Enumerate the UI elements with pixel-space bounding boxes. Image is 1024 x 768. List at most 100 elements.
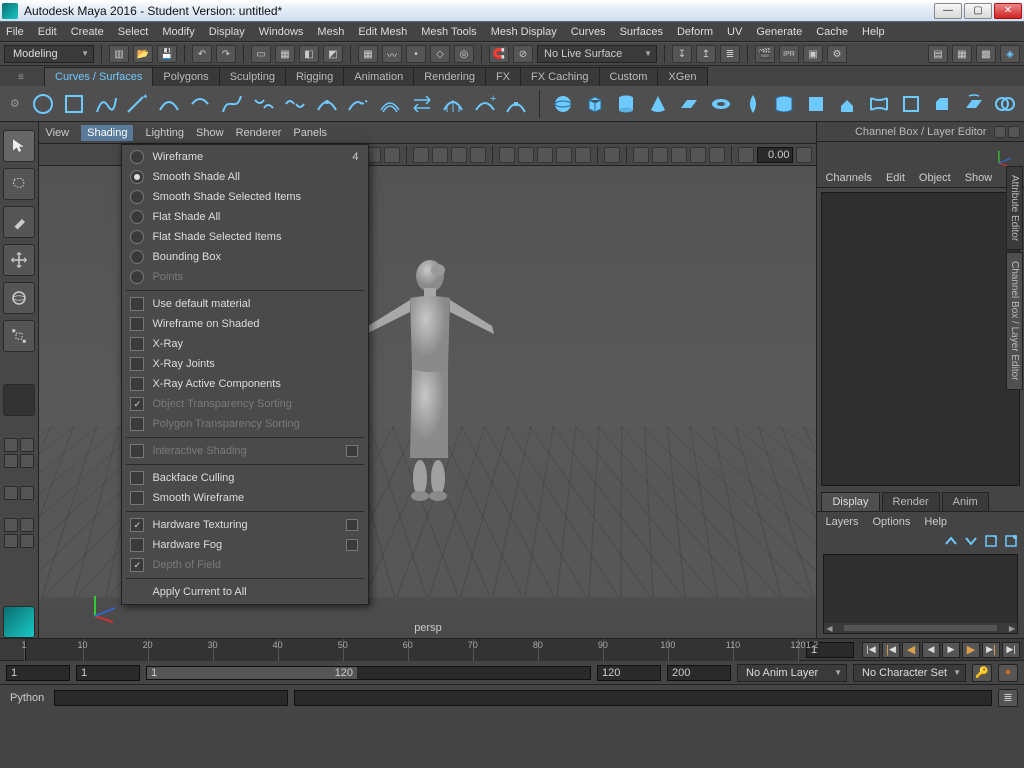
panel-menu-lighting[interactable]: Lighting bbox=[145, 127, 184, 139]
shading-default-material[interactable]: Use default material bbox=[122, 294, 368, 314]
shading-apply-all[interactable]: Apply Current to All bbox=[122, 582, 368, 602]
layers-menu[interactable]: Layers bbox=[825, 516, 858, 528]
shelf-tab-xgen[interactable]: XGen bbox=[657, 67, 707, 86]
multisample-icon[interactable] bbox=[709, 147, 725, 163]
range-start-outer[interactable]: 1 bbox=[6, 665, 70, 681]
shading-flat-shade-selected[interactable]: Flat Shade Selected Items bbox=[122, 227, 368, 247]
detach-curves-icon[interactable] bbox=[282, 91, 308, 117]
planar-icon[interactable] bbox=[803, 91, 829, 117]
toggle-shelf-icon[interactable]: ◈ bbox=[1000, 45, 1020, 63]
menu-mesh-display[interactable]: Mesh Display bbox=[491, 26, 557, 38]
shadows-icon[interactable] bbox=[575, 147, 591, 163]
step-forward-key-button[interactable]: ▶| bbox=[982, 642, 1000, 658]
add-points-icon[interactable]: + bbox=[472, 91, 498, 117]
render-settings-icon[interactable]: ⚙ bbox=[827, 45, 847, 63]
shading-smooth-shade-selected[interactable]: Smooth Shade Selected Items bbox=[122, 187, 368, 207]
dope-sheet-icon[interactable] bbox=[20, 518, 34, 532]
range-slider[interactable]: 1 120 bbox=[146, 666, 591, 680]
two-point-arc-icon[interactable] bbox=[188, 91, 214, 117]
prefs-button[interactable]: ✶ bbox=[998, 664, 1018, 682]
panel-layout-3-icon[interactable]: ▩ bbox=[976, 45, 996, 63]
menu-cache[interactable]: Cache bbox=[816, 26, 848, 38]
snap-point-icon[interactable]: • bbox=[406, 45, 426, 63]
maximize-button[interactable]: ▢ bbox=[964, 3, 992, 19]
shelf-tab-fx-caching[interactable]: FX Caching bbox=[520, 67, 599, 86]
go-to-start-button[interactable]: |◀ bbox=[862, 642, 880, 658]
script-language-label[interactable]: Python bbox=[6, 692, 48, 704]
wireframe-icon[interactable] bbox=[499, 147, 515, 163]
script-editor-button[interactable]: ≣ bbox=[998, 689, 1018, 707]
grid-toggle-icon[interactable] bbox=[413, 147, 429, 163]
shelf-tab-curves-surfaces[interactable]: Curves / Surfaces bbox=[44, 67, 153, 86]
nurbs-square-icon[interactable] bbox=[61, 91, 87, 117]
move-layer-down-icon[interactable] bbox=[964, 534, 978, 548]
image-plane-icon[interactable] bbox=[384, 147, 400, 163]
four-pane-icon[interactable] bbox=[20, 438, 34, 452]
menu-help[interactable]: Help bbox=[862, 26, 885, 38]
play-forward-button[interactable]: ▶ bbox=[942, 642, 960, 658]
project-curve-icon[interactable] bbox=[961, 91, 987, 117]
snap-curve-icon[interactable]: 〰 bbox=[382, 45, 402, 63]
persp-outliner-icon[interactable] bbox=[20, 486, 34, 500]
lasso-tool[interactable] bbox=[3, 168, 35, 200]
shelf-tab-animation[interactable]: Animation bbox=[343, 67, 414, 86]
toggle-construction-icon[interactable]: ⊘ bbox=[513, 45, 533, 63]
menu-deform[interactable]: Deform bbox=[677, 26, 713, 38]
two-pane-h-icon[interactable] bbox=[4, 454, 18, 468]
minimize-button[interactable]: — bbox=[934, 3, 962, 19]
single-pane-icon[interactable] bbox=[4, 438, 18, 452]
revolve-icon[interactable] bbox=[740, 91, 766, 117]
panel-layout-2-icon[interactable]: ▦ bbox=[952, 45, 972, 63]
side-tab-channel-box[interactable]: Channel Box / Layer Editor bbox=[1006, 252, 1023, 390]
three-point-arc-icon[interactable] bbox=[156, 91, 182, 117]
panel-close-icon[interactable] bbox=[1008, 126, 1020, 138]
insert-knot-icon[interactable] bbox=[314, 91, 340, 117]
ipr-render-icon[interactable]: IPR bbox=[779, 45, 799, 63]
xray-toggle-icon[interactable] bbox=[633, 147, 649, 163]
maya-home-icon[interactable] bbox=[3, 606, 35, 638]
layer-scrollbar[interactable]: ◀▶ bbox=[824, 623, 1017, 633]
cb-object[interactable]: Object bbox=[919, 172, 951, 184]
layer-tab-render[interactable]: Render bbox=[882, 492, 940, 511]
gate-mask-icon[interactable] bbox=[470, 147, 486, 163]
shelf-tab-rendering[interactable]: Rendering bbox=[413, 67, 486, 86]
film-gate-icon[interactable] bbox=[432, 147, 448, 163]
lights-icon[interactable] bbox=[556, 147, 572, 163]
reverse-curve-icon[interactable] bbox=[409, 91, 435, 117]
menu-uv[interactable]: UV bbox=[727, 26, 742, 38]
snap-plane-icon[interactable]: ◇ bbox=[430, 45, 450, 63]
workspace-dropdown[interactable]: Modeling bbox=[4, 45, 94, 63]
screen-space-ao-icon[interactable] bbox=[671, 147, 687, 163]
move-layer-up-icon[interactable] bbox=[944, 534, 958, 548]
output-operations-icon[interactable]: ↥ bbox=[696, 45, 716, 63]
range-end-outer[interactable]: 200 bbox=[667, 665, 731, 681]
shading-backface-culling[interactable]: Backface Culling bbox=[122, 468, 368, 488]
shelf-tab-fx[interactable]: FX bbox=[485, 67, 521, 86]
bevel-icon[interactable] bbox=[929, 91, 955, 117]
menu-mesh[interactable]: Mesh bbox=[317, 26, 344, 38]
isolate-select-icon[interactable] bbox=[604, 147, 620, 163]
curve-edit-icon[interactable] bbox=[504, 91, 530, 117]
render-view-icon[interactable]: ▣ bbox=[803, 45, 823, 63]
last-tool[interactable] bbox=[3, 384, 35, 416]
shelf-tab-sculpting[interactable]: Sculpting bbox=[219, 67, 286, 86]
shading-flat-shade-all[interactable]: Flat Shade All bbox=[122, 207, 368, 227]
nurbs-sphere-icon[interactable] bbox=[550, 91, 576, 117]
shelf-collapse-icon[interactable]: ≡ bbox=[18, 72, 36, 86]
nurbs-cone-icon[interactable] bbox=[645, 91, 671, 117]
offset-curve-icon[interactable] bbox=[377, 91, 403, 117]
redo-icon[interactable]: ↷ bbox=[216, 45, 236, 63]
new-layer-icon[interactable] bbox=[984, 534, 998, 548]
step-back-button[interactable]: ◀ bbox=[902, 642, 920, 658]
nurbs-circle-icon[interactable] bbox=[30, 91, 56, 117]
rebuild-curve-icon[interactable] bbox=[440, 91, 466, 117]
shading-bounding-box[interactable]: Bounding Box bbox=[122, 247, 368, 267]
range-start-inner[interactable]: 1 bbox=[76, 665, 140, 681]
shelf-tab-custom[interactable]: Custom bbox=[599, 67, 659, 86]
shading-xray-joints[interactable]: X-Ray Joints bbox=[122, 354, 368, 374]
range-end-inner[interactable]: 120 bbox=[597, 665, 661, 681]
rotate-tool[interactable] bbox=[3, 282, 35, 314]
nurbs-cube-icon[interactable] bbox=[582, 91, 608, 117]
menu-generate[interactable]: Generate bbox=[756, 26, 802, 38]
graph-editor-icon[interactable] bbox=[4, 518, 18, 532]
